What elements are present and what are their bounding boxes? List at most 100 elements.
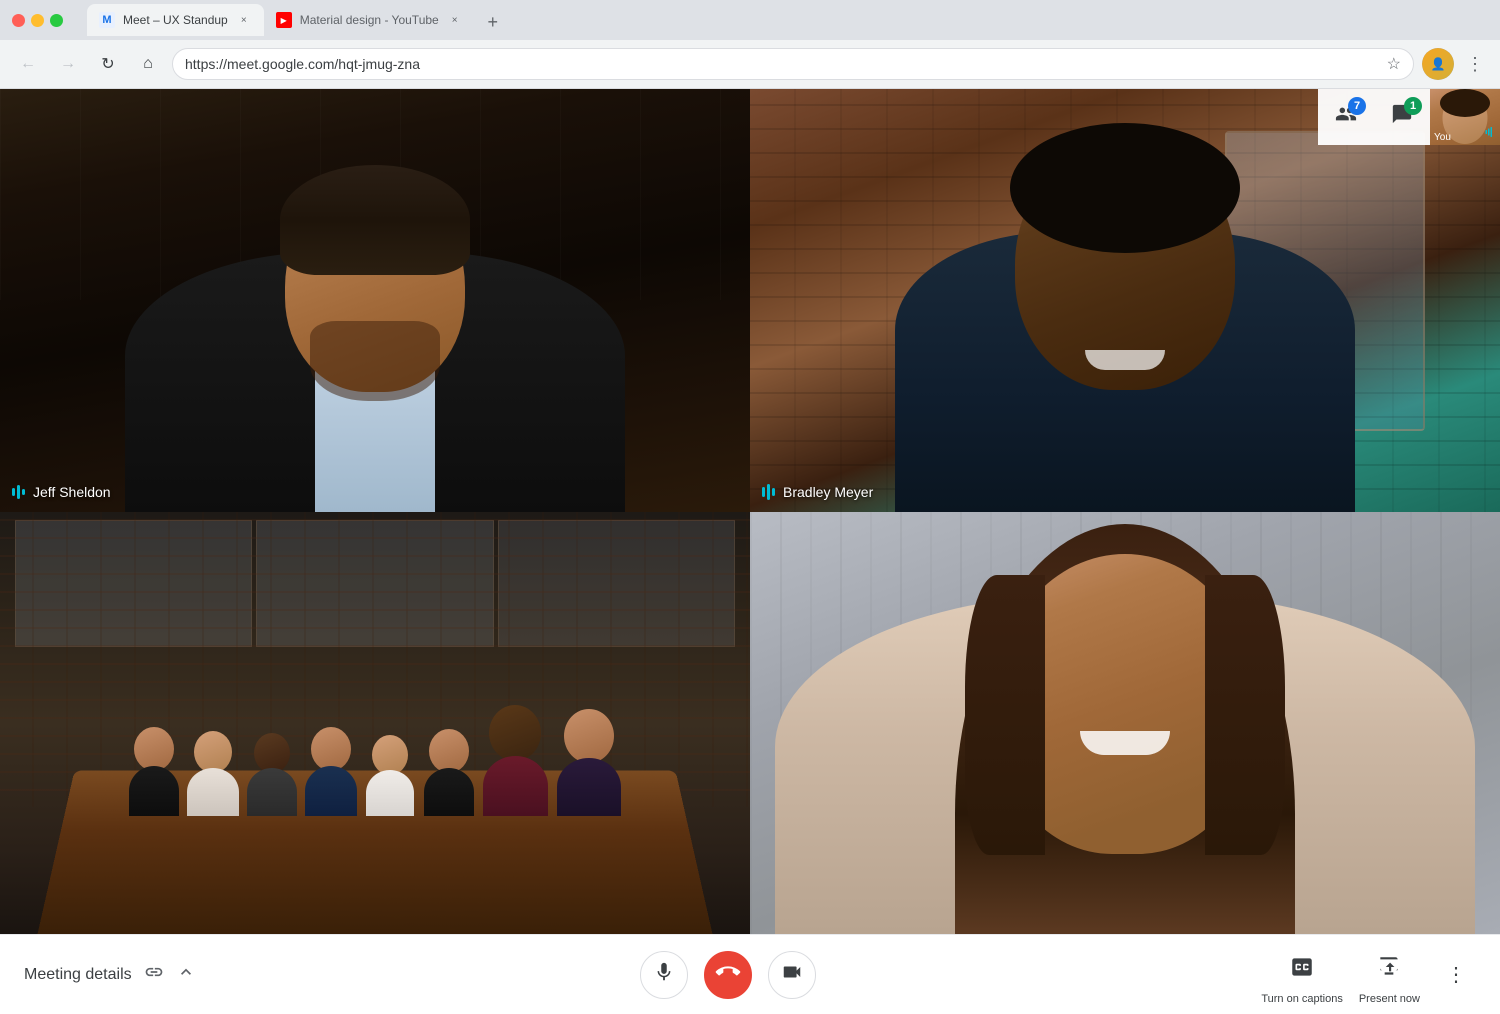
present-icon-container: [1367, 945, 1411, 989]
jeff-sheldon-name: Jeff Sheldon: [33, 484, 111, 500]
bottom-bar: Meeting details: [0, 934, 1500, 1014]
traffic-light-minimize[interactable]: [31, 14, 44, 27]
group-person-4-head: [311, 727, 351, 771]
meeting-info: Meeting details: [24, 962, 196, 988]
bradley-meyer-hair: [1010, 123, 1240, 253]
people-button[interactable]: 7: [1318, 89, 1374, 145]
traffic-light-close[interactable]: [12, 14, 25, 27]
address-bar[interactable]: https://meet.google.com/hqt-jmug-zna ☆: [172, 48, 1414, 80]
woman-hair-left: [965, 575, 1045, 855]
youtube-favicon: ▶: [276, 12, 292, 28]
meeting-link-icon[interactable]: [144, 962, 164, 987]
chat-button[interactable]: 1: [1374, 89, 1430, 145]
back-button[interactable]: ←: [12, 48, 44, 80]
group-person-5: [362, 735, 417, 816]
mic-button[interactable]: [640, 951, 688, 999]
meeting-title: Meeting details: [24, 966, 132, 984]
hang-up-icon: [716, 960, 740, 990]
people-badge: 7: [1348, 97, 1366, 115]
woman-teeth: [1080, 731, 1170, 755]
group-person-3-body: [247, 768, 297, 816]
video-tile-bradley-meyer: Bradley Meyer: [750, 89, 1500, 512]
more-options-icon: ⋮: [1446, 962, 1466, 987]
group-person-6-head: [429, 729, 469, 773]
video-tile-group: [0, 512, 750, 935]
tab-youtube-title: Material design - YouTube: [300, 13, 439, 27]
new-tab-button[interactable]: +: [479, 8, 507, 36]
jeff-sheldon-label: Jeff Sheldon: [12, 484, 111, 500]
forward-icon: →: [60, 55, 76, 73]
browser-toolbar: ← → ↻ ⌂ https://meet.google.com/hqt-jmug…: [0, 40, 1500, 88]
self-view: You: [1430, 89, 1500, 145]
meet-container: Jeff Sheldon: [0, 89, 1500, 934]
group-person-1-head: [134, 727, 174, 771]
bradley-meyer-name: Bradley Meyer: [783, 484, 873, 500]
mic-icon: [653, 961, 675, 989]
browser-menu-button[interactable]: ⋮: [1462, 50, 1488, 79]
group-person-2-head: [194, 731, 232, 773]
wave-bar-2: [17, 485, 20, 499]
group-person-7-body: [483, 756, 548, 816]
jeff-sheldon-hair: [280, 165, 470, 275]
traffic-light-fullscreen[interactable]: [50, 14, 63, 27]
forward-button[interactable]: →: [52, 48, 84, 80]
refresh-icon: ↻: [101, 54, 114, 74]
profile-button[interactable]: 👤: [1422, 48, 1454, 80]
jeff-sheldon-beard: [310, 321, 440, 401]
tab-youtube-close[interactable]: ×: [447, 12, 463, 28]
refresh-button[interactable]: ↻: [92, 48, 124, 80]
back-icon: ←: [20, 55, 36, 73]
captions-button[interactable]: Turn on captions: [1261, 945, 1343, 1005]
group-people: [0, 705, 750, 816]
group-person-2-body: [187, 768, 239, 816]
captions-label: Turn on captions: [1261, 993, 1343, 1005]
tabs-bar: M Meet – UX Standup × ▶ Material design …: [79, 4, 1488, 36]
url-display: https://meet.google.com/hqt-jmug-zna: [185, 56, 1379, 72]
profile-avatar: 👤: [1422, 48, 1454, 80]
hang-up-button[interactable]: [704, 951, 752, 999]
self-view-hair: [1440, 89, 1490, 117]
group-person-7: [480, 705, 550, 816]
group-person-3-head: [254, 733, 290, 773]
group-person-5-body: [366, 770, 414, 816]
wave-bar-3: [22, 489, 25, 495]
present-button[interactable]: Present now: [1359, 945, 1420, 1005]
present-icon: [1376, 954, 1402, 980]
camera-button[interactable]: [768, 951, 816, 999]
more-options-button[interactable]: ⋮: [1436, 955, 1476, 995]
tab-youtube[interactable]: ▶ Material design - YouTube ×: [264, 4, 475, 36]
wave-bar-1: [12, 488, 15, 496]
group-person-4: [303, 727, 358, 816]
tab-meet[interactable]: M Meet – UX Standup ×: [87, 4, 264, 36]
meeting-details-chevron[interactable]: [176, 962, 196, 988]
present-label: Present now: [1359, 993, 1420, 1005]
group-person-8: [554, 709, 624, 816]
wave-bar-6: [772, 488, 775, 496]
video-tile-woman: [750, 512, 1500, 935]
group-person-8-body: [557, 758, 621, 816]
captions-icon: [1289, 954, 1315, 980]
woman-hair-right: [1205, 575, 1285, 855]
group-person-7-head: [489, 705, 541, 761]
video-grid: Jeff Sheldon: [0, 89, 1500, 934]
group-person-6: [421, 729, 476, 816]
bradley-meyer-teeth: [1085, 350, 1165, 370]
group-person-3: [244, 733, 299, 816]
bookmark-icon[interactable]: ☆: [1387, 54, 1401, 74]
tab-meet-close[interactable]: ×: [236, 12, 252, 28]
group-person-6-body: [424, 768, 474, 816]
meet-favicon: M: [99, 12, 115, 28]
bradley-meyer-audio-wave: [762, 484, 775, 500]
home-icon: ⌂: [143, 55, 153, 73]
browser-chrome: M Meet – UX Standup × ▶ Material design …: [0, 0, 1500, 89]
group-person-8-head: [564, 709, 614, 763]
video-tile-jeff-sheldon: Jeff Sheldon: [0, 89, 750, 512]
controls-right: Turn on captions Present now ⋮: [1261, 945, 1476, 1005]
captions-icon-container: [1280, 945, 1324, 989]
home-button[interactable]: ⌂: [132, 48, 164, 80]
traffic-lights: [12, 14, 63, 27]
camera-icon: [781, 961, 803, 989]
group-person-1-body: [129, 766, 179, 816]
browser-menu-icon: ⋮: [1466, 54, 1484, 74]
group-person-4-body: [305, 766, 357, 816]
